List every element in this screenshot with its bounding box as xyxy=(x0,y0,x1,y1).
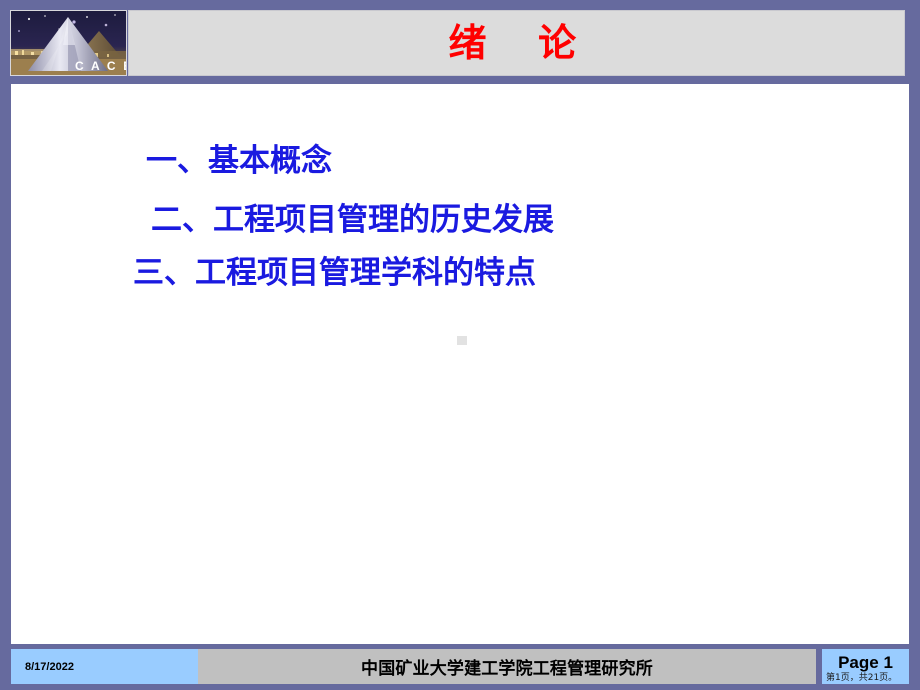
footer-date-box: 8/17/2022 xyxy=(11,649,198,684)
agenda-item-1: 一、基本概念 xyxy=(146,143,332,179)
pyramid-logo-icon: C A C E xyxy=(11,11,126,75)
slide-header: C A C E 绪 论 xyxy=(0,0,920,84)
agenda-list: 一、基本概念 二、工程项目管理的历史发展 三、工程项目管理学科的特点 xyxy=(11,146,909,289)
agenda-item-2: 二、工程项目管理的历史发展 xyxy=(151,202,554,238)
footer-organization-text: 中国矿业大学建工学院工程管理研究所 xyxy=(361,659,653,679)
presentation-slide: C A C E 绪 论 一、基本概念 二、工程项目管理的历史发展 三、工程项目管… xyxy=(0,0,920,690)
page-title: 绪 论 xyxy=(448,20,585,65)
slide-body: 一、基本概念 二、工程项目管理的历史发展 三、工程项目管理学科的特点 xyxy=(11,84,909,644)
page-count-label: 第1页，共21页。 xyxy=(826,673,898,683)
slide-footer: 8/17/2022 中国矿业大学建工学院工程管理研究所 Page 1 第1页，共… xyxy=(0,644,920,690)
slide-title-panel: 绪 论 xyxy=(128,10,905,76)
footer-page-box: Page 1 第1页，共21页。 xyxy=(822,649,909,684)
cace-pyramid-logo: C A C E xyxy=(10,10,127,76)
footer-date-text: 8/17/2022 xyxy=(25,660,74,673)
agenda-item-3: 三、工程项目管理学科的特点 xyxy=(133,255,536,291)
footer-organization-box: 中国矿业大学建工学院工程管理研究所 xyxy=(198,649,816,684)
placeholder-marker xyxy=(457,336,467,345)
logo-caption-text: C A C E xyxy=(75,59,126,73)
